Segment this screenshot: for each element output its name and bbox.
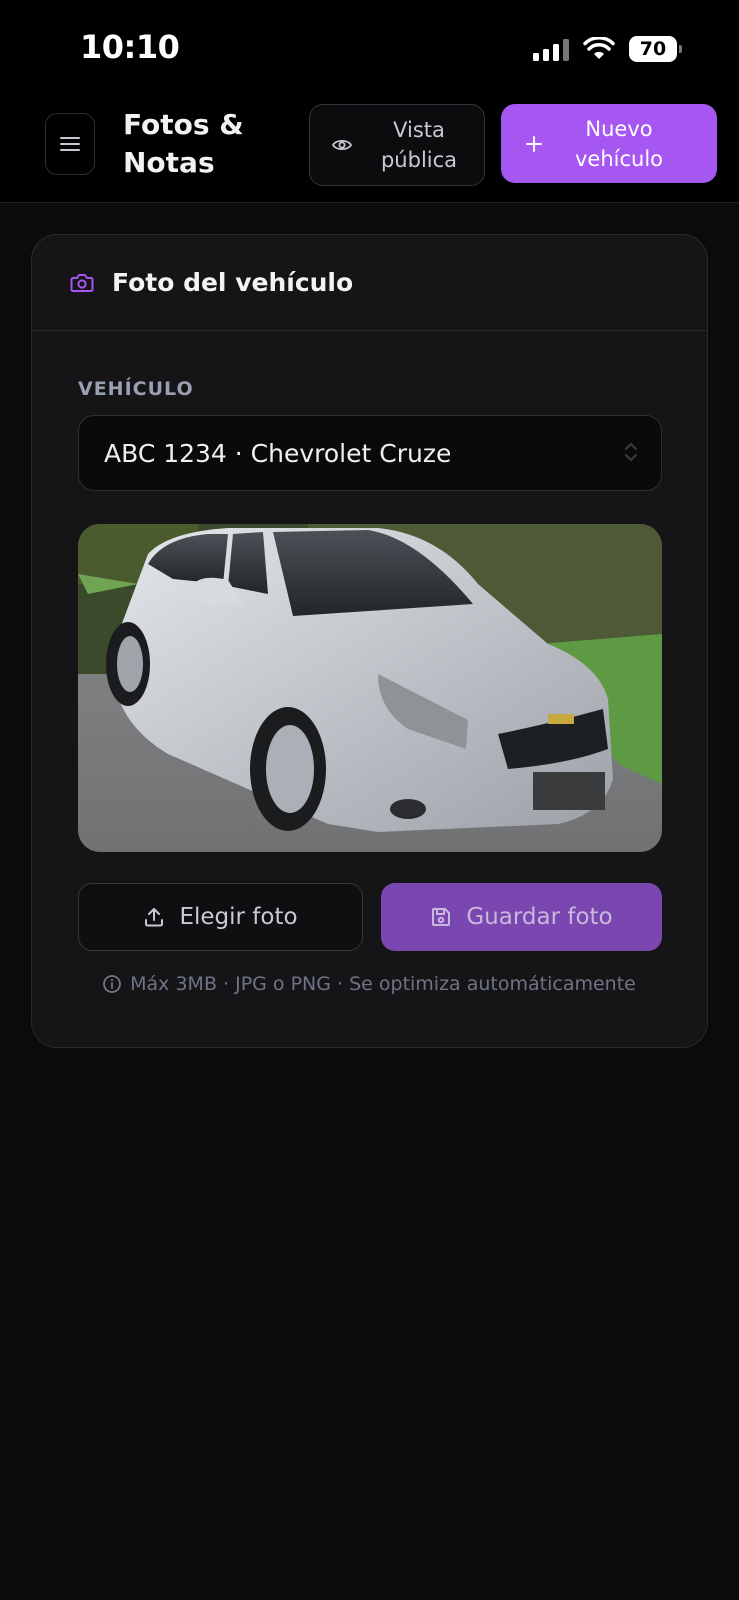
vehicle-select-value: ABC 1234 · Chevrolet Cruze bbox=[104, 438, 452, 468]
car-image bbox=[78, 524, 662, 852]
menu-button[interactable] bbox=[45, 113, 95, 175]
battery-icon: 70 bbox=[629, 36, 682, 62]
new-vehicle-label: Nuevo vehículo bbox=[574, 116, 664, 171]
public-view-button[interactable]: Vista pública bbox=[309, 104, 485, 186]
camera-icon bbox=[70, 273, 94, 292]
vehicle-select[interactable]: ABC 1234 · Chevrolet Cruze bbox=[78, 415, 662, 491]
card-header: Foto del vehículo bbox=[32, 235, 707, 331]
plus-icon bbox=[526, 135, 542, 152]
save-icon bbox=[432, 908, 451, 926]
cellular-signal-icon bbox=[533, 37, 569, 61]
status-time: 10:10 bbox=[80, 28, 180, 66]
app-header: Fotos & Notas Vista pública Nuevo vehícu… bbox=[0, 96, 739, 203]
select-chevron-icon bbox=[624, 442, 638, 462]
vehicle-field-label: VEHÍCULO bbox=[78, 378, 194, 400]
save-photo-button[interactable]: Guardar foto bbox=[381, 883, 662, 951]
upload-hint-text: Máx 3MB · JPG o PNG · Se optimiza automá… bbox=[130, 973, 636, 995]
new-vehicle-button[interactable]: Nuevo vehículo bbox=[501, 104, 717, 183]
save-photo-label: Guardar foto bbox=[466, 904, 613, 930]
info-icon bbox=[103, 975, 122, 993]
choose-photo-label: Elegir foto bbox=[179, 904, 298, 930]
choose-photo-button[interactable]: Elegir foto bbox=[78, 883, 363, 951]
status-bar: 10:10 70 bbox=[0, 0, 739, 96]
hamburger-icon bbox=[60, 137, 80, 151]
vehicle-photo bbox=[78, 524, 662, 852]
upload-icon bbox=[145, 908, 164, 927]
eye-icon bbox=[332, 139, 352, 151]
card-title: Foto del vehículo bbox=[112, 268, 354, 297]
status-icons: 70 bbox=[533, 34, 682, 64]
wifi-icon bbox=[583, 37, 615, 59]
public-view-label: Vista pública bbox=[380, 118, 458, 172]
page-title: Fotos & Notas bbox=[123, 108, 244, 179]
upload-hint: Máx 3MB · JPG o PNG · Se optimiza automá… bbox=[32, 973, 706, 995]
vehicle-photo-card: Foto del vehículo VEHÍCULO ABC 1234 · Ch… bbox=[31, 234, 708, 1048]
